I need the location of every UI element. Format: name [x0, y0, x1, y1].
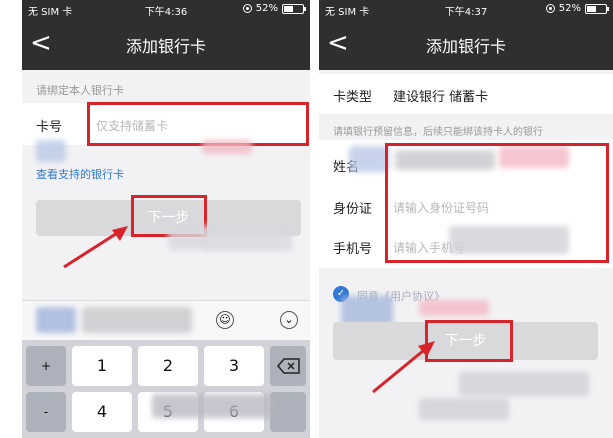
info-hint: 请填银行预留信息，后续只能绑该持卡人的银行 [333, 127, 543, 138]
battery-indicator: 52% [545, 3, 609, 14]
blur-patch [202, 225, 292, 251]
battery-icon [282, 3, 306, 14]
blur-patch [36, 140, 66, 162]
phone-label: 手机号 [333, 242, 373, 257]
page-title: 添加银行卡 [425, 37, 506, 56]
blur-patch [152, 394, 272, 418]
keyboard-toolbar: ☺ ⌄ [22, 300, 310, 340]
status-bar: 无 SIM 卡 下午4:36 52% [22, 0, 310, 18]
battery-indicator: 52% [242, 3, 306, 14]
blur-patch [82, 307, 192, 333]
emoji-icon[interactable]: ☺ [216, 311, 234, 329]
key-4[interactable]: 4 [72, 392, 132, 432]
key-3[interactable]: 3 [204, 346, 264, 386]
highlight-box-form [385, 143, 609, 263]
id-label: 身份证 [333, 202, 373, 217]
card-type-label: 卡类型 [333, 90, 373, 105]
key-enter[interactable] [270, 392, 306, 432]
card-label: 卡号 [36, 120, 63, 135]
blur-patch [36, 307, 76, 333]
key-minus[interactable]: - [26, 392, 66, 432]
delete-key[interactable] [270, 346, 306, 386]
supported-banks-link[interactable]: 查看支持的银行卡 [36, 166, 124, 182]
battery-fill [587, 5, 597, 12]
key-plus[interactable]: + [26, 346, 66, 386]
nav-bar: < 添加银行卡 [22, 18, 310, 70]
blur-patch [419, 300, 489, 316]
rotation-lock-icon [242, 4, 252, 13]
blur-patch [419, 398, 509, 420]
key-1[interactable]: 1 [72, 346, 132, 386]
rotation-lock-icon [545, 4, 555, 13]
dismiss-keyboard-icon[interactable]: ⌄ [280, 311, 298, 329]
blur-patch [202, 140, 252, 154]
status-bar: 无 SIM 卡 下午4:37 52% [319, 0, 613, 18]
hint-text: 请绑定本人银行卡 [36, 84, 124, 97]
battery-percent: 52% [558, 3, 581, 14]
blur-patch [459, 372, 589, 396]
card-type-row: 卡类型 建设银行 储蓄卡 [319, 74, 613, 114]
red-arrow-icon [63, 226, 128, 269]
left-screenshot: 无 SIM 卡 下午4:36 52% < 添加银行卡 请绑定本人银行卡 卡号 仅… [22, 0, 310, 438]
nav-bar: < 添加银行卡 [319, 18, 613, 70]
battery-percent: 52% [255, 3, 278, 14]
key-2[interactable]: 2 [138, 346, 198, 386]
highlight-box-card-input [87, 102, 309, 146]
page-title: 添加银行卡 [125, 37, 206, 56]
backspace-icon [277, 358, 300, 374]
numeric-keypad: + 1 2 3 - 4 5 6 [22, 340, 310, 438]
card-type-value: 建设银行 储蓄卡 [393, 90, 489, 105]
battery-fill [284, 5, 294, 12]
red-arrow-icon [372, 341, 435, 394]
right-screenshot: 无 SIM 卡 下午4:37 52% < 添加银行卡 卡类型 建设银行 储蓄卡 … [319, 0, 613, 438]
blur-patch [349, 146, 389, 172]
battery-icon [585, 3, 609, 14]
